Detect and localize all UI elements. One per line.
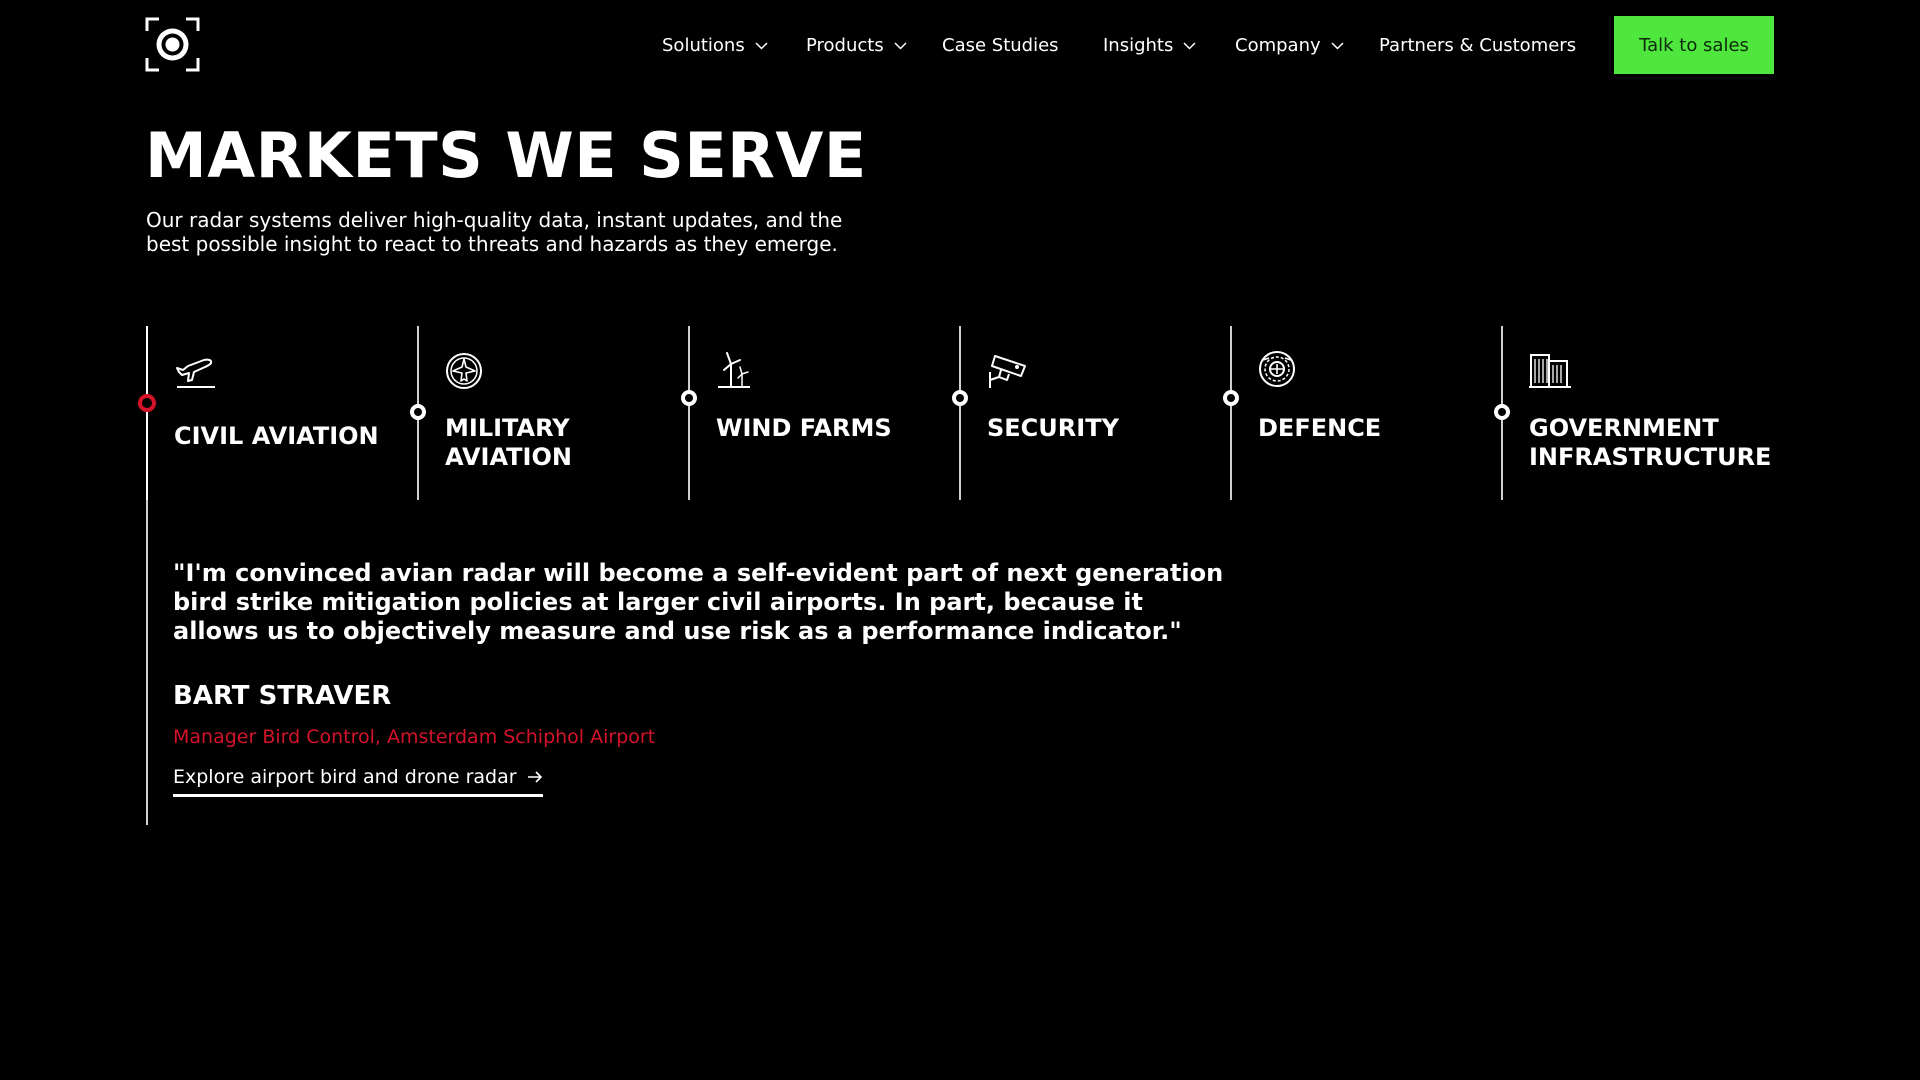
nav-case-studies-label: Case Studies [942, 34, 1059, 56]
market-label: DEFENCE [1258, 414, 1382, 442]
nav-products[interactable]: Products [806, 35, 942, 56]
main-nav: Solutions Products Case Studies Insights… [662, 0, 1576, 90]
market-label: GOVERNMENT INFRASTRUCTURE [1529, 414, 1772, 471]
page-subtitle: Our radar systems deliver high-quality d… [146, 208, 843, 256]
nav-insights[interactable]: Insights [1103, 35, 1235, 56]
market-tab-defence[interactable]: DEFENCE [1223, 326, 1501, 500]
active-marker-dot [138, 394, 156, 412]
arrow-right-icon [527, 770, 543, 784]
testimonial-quote: "I'm convinced avian radar will become a… [173, 559, 1224, 645]
site-header: Solutions Products Case Studies Insights… [0, 0, 1920, 90]
chevron-down-icon [755, 39, 768, 52]
talk-to-sales-label: Talk to sales [1639, 34, 1749, 56]
government-building-icon [1529, 350, 1571, 392]
nav-solutions[interactable]: Solutions [662, 35, 806, 56]
defence-emblem-icon [1258, 350, 1300, 392]
market-label: CIVIL AVIATION [174, 422, 379, 450]
markets-tabs: CIVIL AVIATION MILITARY AVIATION WIND FA… [138, 326, 1774, 500]
market-tab-military-aviation[interactable]: MILITARY AVIATION [410, 326, 688, 500]
talk-to-sales-button[interactable]: Talk to sales [1614, 16, 1774, 74]
wind-turbine-icon [716, 350, 758, 392]
airplane-takeoff-icon [174, 350, 216, 392]
market-label: SECURITY [987, 414, 1119, 442]
marker-dot [410, 404, 426, 420]
military-jet-icon [445, 350, 487, 392]
chevron-down-icon [1331, 39, 1344, 52]
market-tab-security[interactable]: SECURITY [952, 326, 1230, 500]
marker-dot [681, 390, 697, 406]
testimonial-author: BART STRAVER [173, 681, 392, 711]
market-label: WIND FARMS [716, 414, 892, 442]
marker-dot [1223, 390, 1239, 406]
nav-partners-customers-label: Partners & Customers [1379, 34, 1577, 56]
market-tab-government-infrastructure[interactable]: GOVERNMENT INFRASTRUCTURE [1494, 326, 1774, 500]
radar-target-icon[interactable] [145, 17, 200, 72]
nav-partners-customers[interactable]: Partners & Customers [1379, 35, 1576, 56]
nav-company-label: Company [1235, 34, 1321, 56]
market-label: MILITARY AVIATION [445, 414, 572, 471]
explore-radar-link[interactable]: Explore airport bird and drone radar [173, 766, 543, 797]
nav-insights-label: Insights [1103, 34, 1174, 56]
nav-company[interactable]: Company [1235, 35, 1379, 56]
quote-divider-line [146, 500, 148, 825]
security-camera-icon [987, 350, 1029, 392]
chevron-down-icon [1183, 39, 1196, 52]
chevron-down-icon [894, 39, 907, 52]
marker-dot [952, 390, 968, 406]
testimonial-role: Manager Bird Control, Amsterdam Schiphol… [173, 726, 656, 748]
nav-case-studies[interactable]: Case Studies [942, 35, 1103, 56]
marker-dot [1494, 404, 1510, 420]
page-title: MARKETS WE SERVE [145, 119, 867, 192]
market-tab-civil-aviation[interactable]: CIVIL AVIATION [138, 326, 417, 500]
market-tab-wind-farms[interactable]: WIND FARMS [681, 326, 959, 500]
nav-solutions-label: Solutions [662, 34, 745, 56]
explore-radar-link-label: Explore airport bird and drone radar [173, 766, 517, 788]
nav-products-label: Products [806, 34, 884, 56]
